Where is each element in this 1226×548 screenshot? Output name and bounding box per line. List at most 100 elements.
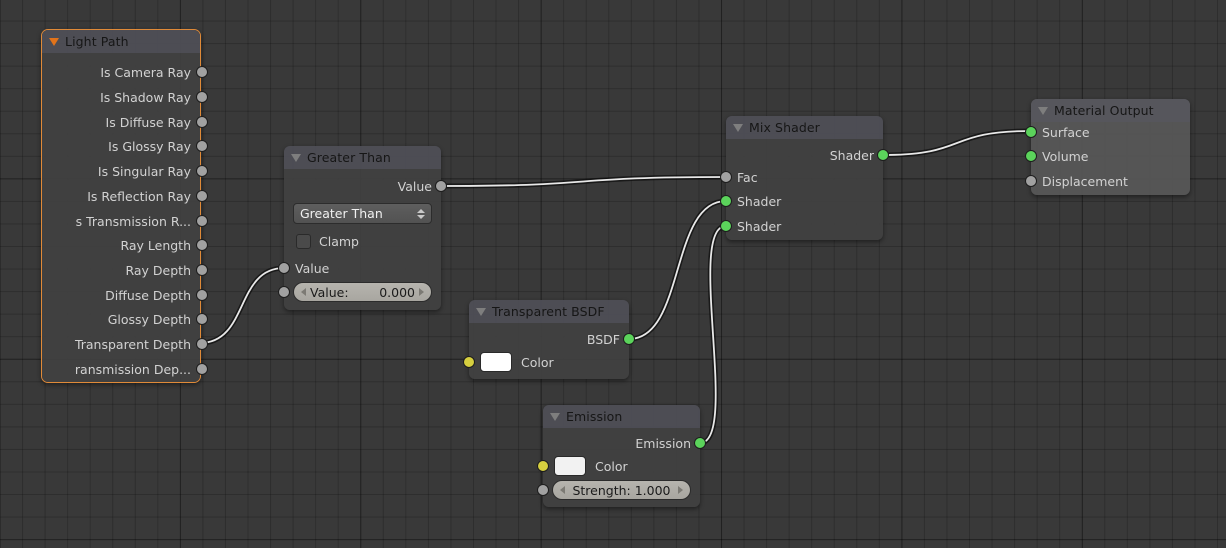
output-label: Transparent Depth	[74, 336, 191, 352]
node-title: Light Path	[65, 34, 129, 49]
input-socket-yellow[interactable]	[537, 460, 549, 472]
node-header[interactable]: Transparent BSDF	[469, 300, 629, 323]
output-socket-grey[interactable]	[196, 66, 208, 78]
output-socket-green[interactable]	[877, 149, 889, 161]
node-header[interactable]: Light Path	[42, 30, 200, 53]
node-title: Emission	[566, 409, 623, 424]
collapse-triangle-icon[interactable]	[476, 307, 486, 316]
input-socket-green[interactable]	[1025, 126, 1037, 138]
output-socket-grey[interactable]	[196, 190, 208, 202]
input-socket-grey[interactable]	[720, 171, 732, 183]
output-row: Emission	[543, 433, 700, 453]
collapse-triangle-icon[interactable]	[291, 153, 301, 162]
output-socket-grey[interactable]	[196, 140, 208, 152]
collapse-triangle-icon[interactable]	[49, 37, 59, 46]
node-header[interactable]: Material Output	[1031, 99, 1190, 122]
input-socket-green[interactable]	[720, 220, 732, 232]
strength-slider-label: Strength: 1.000	[572, 482, 671, 498]
node-title: Greater Than	[307, 150, 391, 165]
collapse-triangle-icon[interactable]	[550, 412, 560, 421]
link-emission-to-mix-shader-2[interactable]	[699, 225, 727, 444]
clamp-checkbox-row[interactable]: Clamp	[296, 231, 359, 251]
output-socket-grey[interactable]	[196, 264, 208, 276]
updown-arrows-icon[interactable]	[417, 208, 425, 219]
output-socket-green[interactable]	[694, 437, 706, 449]
node-emission[interactable]: Emission Emission Strength: 1.000 Color	[537, 405, 706, 507]
output-label: Diffuse Depth	[105, 287, 191, 303]
input-socket-green[interactable]	[720, 195, 732, 207]
node-header[interactable]: Greater Than	[284, 146, 441, 169]
output-label: Ray Length	[120, 237, 191, 253]
output-label: ransmission Dep...	[74, 361, 191, 377]
node-light-path[interactable]: Light Path Is Camera Ray Is Shadow Ray Is D…	[41, 29, 208, 383]
link-shadow	[882, 128, 1032, 158]
link-transparent-bsdf-to-mix-shader-1[interactable]	[628, 200, 727, 340]
input-socket-grey[interactable]	[278, 262, 290, 274]
node-header[interactable]: Emission	[543, 405, 700, 428]
link-mix-shader-to-material-output-surface[interactable]	[882, 130, 1032, 156]
output-socket-green[interactable]	[623, 333, 635, 345]
output-row: Glossy Depth	[42, 309, 200, 329]
node-header[interactable]: Mix Shader	[726, 116, 883, 139]
output-socket-grey[interactable]	[196, 239, 208, 251]
output-socket-grey[interactable]	[196, 289, 208, 301]
link-transparent-depth-to-greater-than-value[interactable]	[199, 267, 285, 344]
collapse-triangle-icon[interactable]	[1038, 106, 1048, 115]
output-row: Diffuse Depth	[42, 285, 200, 305]
output-row: Ray Depth	[42, 260, 200, 280]
collapse-triangle-icon[interactable]	[733, 123, 743, 132]
color-swatch[interactable]	[554, 456, 586, 476]
output-socket-grey[interactable]	[196, 91, 208, 103]
output-row: Is Singular Ray	[42, 161, 200, 181]
link-shadow	[440, 174, 727, 189]
output-label: Value	[397, 178, 432, 194]
output-row: Is Glossy Ray	[42, 136, 200, 156]
input-row: Displacement	[1031, 171, 1190, 191]
input-socket-grey[interactable]	[537, 484, 549, 496]
clamp-label: Clamp	[319, 233, 359, 249]
output-socket-grey[interactable]	[435, 180, 447, 192]
node-material-output[interactable]: Material Output Surface Volume Displacement	[1025, 99, 1190, 195]
color-swatch[interactable]	[480, 352, 512, 372]
output-label: Glossy Depth	[107, 311, 191, 327]
output-socket-grey[interactable]	[196, 165, 208, 177]
output-row: Ray Length	[42, 235, 200, 255]
slider-right-arrow-icon[interactable]	[419, 288, 424, 296]
node-transparent-bsdf[interactable]: Transparent BSDF BSDF Color	[463, 300, 635, 379]
clamp-checkbox[interactable]	[296, 233, 311, 249]
input-socket-green[interactable]	[1025, 150, 1037, 162]
output-socket-grey[interactable]	[196, 363, 208, 375]
output-row: Shader	[726, 145, 883, 165]
output-label: BSDF	[586, 331, 620, 347]
node-greater-than[interactable]: Greater Than Value Value Greater Than Clamp V…	[278, 146, 447, 310]
value-slider-label: Value:	[310, 284, 349, 300]
color-input-row: Color	[543, 456, 700, 476]
output-row: Is Reflection Ray	[42, 186, 200, 206]
output-socket-grey[interactable]	[196, 313, 208, 325]
node-editor-canvas[interactable]: Light Path Is Camera Ray Is Shadow Ray Is D…	[0, 0, 1226, 548]
input-label: Fac	[737, 169, 758, 185]
operation-dropdown-value: Greater Than	[300, 206, 383, 221]
output-row: Is Shadow Ray	[42, 87, 200, 107]
input-socket-grey[interactable]	[1025, 175, 1037, 187]
color-input-label: Color	[521, 354, 554, 370]
input-row: Surface	[1031, 122, 1190, 142]
output-label: Is Singular Ray	[97, 163, 191, 179]
input-socket-grey[interactable]	[278, 286, 290, 298]
node-mix-shader[interactable]: Mix Shader Shader Fac Shader Shader	[720, 116, 889, 240]
operation-dropdown[interactable]: Greater Than	[293, 203, 432, 224]
output-socket-grey[interactable]	[196, 338, 208, 350]
slider-text: Strength: 1.000	[565, 483, 678, 498]
input-socket-yellow[interactable]	[463, 356, 475, 368]
link-greater-than-value-to-mix-fac[interactable]	[440, 176, 727, 187]
output-socket-grey[interactable]	[196, 215, 208, 227]
node-title: Material Output	[1054, 103, 1154, 118]
value-slider[interactable]: Value: 0.000	[293, 282, 432, 302]
output-socket-grey[interactable]	[196, 116, 208, 128]
strength-slider[interactable]: Strength: 1.000	[552, 480, 691, 500]
chevron-down-icon	[417, 214, 425, 219]
link-shadow	[199, 265, 285, 346]
input-row: Value	[284, 258, 441, 278]
slider-right-arrow-icon[interactable]	[678, 486, 683, 494]
color-input-label: Color	[595, 458, 628, 474]
